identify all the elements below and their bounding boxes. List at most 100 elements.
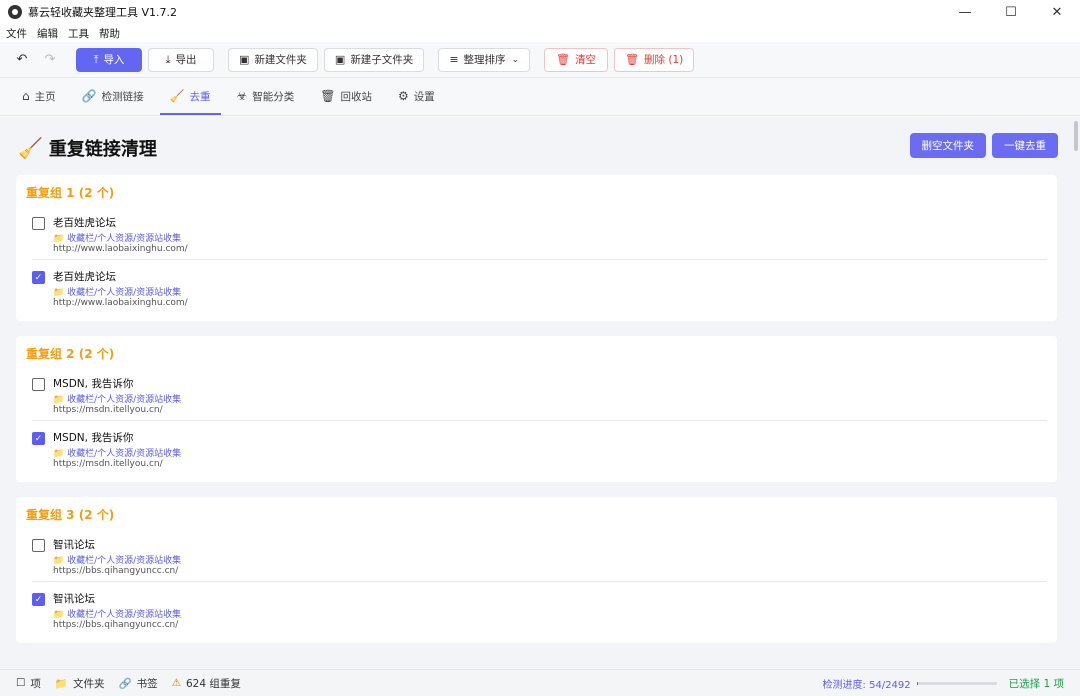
tab-check-links[interactable]: 🔗 检测链接 (72, 77, 154, 115)
broom-icon: 🧹 (169, 89, 185, 103)
home-icon: ⌂ (22, 89, 30, 103)
page-title: 重复链接清理 (48, 139, 157, 160)
dedupe-panel: 🧹 重复链接清理 删空文件夹 一键去重 重复组 1 (2 个) 老百姓虎论坛 📁… (0, 117, 1080, 669)
tab-settings[interactable]: ⚙ 设置 (388, 77, 445, 115)
export-button[interactable]: ⤓ 导出 (148, 47, 214, 72)
progress-label: 检测进度: 54/2492 (822, 680, 911, 691)
app-logo-icon (8, 5, 22, 19)
list-item: 智讯论坛 📁 收藏栏/个人资源/资源站收集 https://bbs.qihang… (16, 529, 1057, 582)
duplicate-group: 重复组 3 (2 个) 智讯论坛 📁 收藏栏/个人资源/资源站收集 https:… (16, 497, 1057, 643)
item-checkbox[interactable] (32, 217, 45, 230)
item-folder-path: 📁 收藏栏/个人资源/资源站收集 (53, 449, 182, 459)
item-checkbox[interactable]: ✓ (32, 271, 45, 284)
page-actions: 删空文件夹 一键去重 (904, 133, 1058, 158)
selected-count: 已选择 1 项 (1008, 678, 1064, 690)
divider (32, 420, 1047, 421)
group-title: 重复组 2 (2 个) (26, 347, 115, 361)
menu-file[interactable]: 文件 (6, 26, 27, 41)
item-checkbox[interactable]: ✓ (32, 432, 45, 445)
folder-plus-icon: ▣ (239, 53, 250, 66)
folder-icon: 📁 (53, 288, 65, 298)
item-url: https://bbs.qihangyuncc.cn/ (53, 620, 179, 630)
link-icon: 🔗 (118, 677, 132, 690)
trash-icon: 🗑 (556, 53, 571, 66)
trash-icon: 🗑 (320, 89, 336, 103)
item-checkbox[interactable] (32, 378, 45, 391)
trash-icon: 🗑 (625, 53, 640, 66)
folder-icon: 📁 (54, 677, 68, 690)
bookmark-outline-icon: ☐ (16, 677, 26, 689)
status-bookmarks: 🔗 书签 (118, 677, 158, 690)
item-checkbox[interactable] (32, 539, 45, 552)
list-item: 老百姓虎论坛 📁 收藏栏/个人资源/资源站收集 http://www.laoba… (16, 207, 1057, 260)
check-icon: ✓ (34, 594, 43, 605)
tab-bar: ⌂ 主页 🔗 检测链接 🧹 去重 ☣ 智能分类 🗑 回收站 ⚙ 设置 (0, 78, 1080, 116)
status-duplicates: ⚠ 624 组重复 (171, 677, 241, 690)
gear-icon: ⚙ (398, 89, 409, 103)
duplicate-group: 重复组 2 (2 个) MSDN, 我告诉你 📁 收藏栏/个人资源/资源站收集 … (16, 336, 1057, 482)
window-controls: — ☐ ✕ (942, 0, 1080, 24)
robot-icon: ☣ (236, 89, 248, 103)
subfolder-plus-icon: ▣ (334, 53, 346, 66)
redo-icon: ↷ (44, 52, 56, 67)
menu-edit[interactable]: 编辑 (37, 26, 58, 41)
new-subfolder-button[interactable]: ▣ 新建子文件夹 (323, 47, 425, 72)
scrollbar[interactable] (1074, 121, 1078, 151)
maximize-button[interactable]: ☐ (988, 0, 1034, 24)
folder-icon: 📁 (53, 234, 65, 244)
one-click-dedupe-button[interactable]: 一键去重 (992, 133, 1058, 158)
sort-dropdown[interactable]: ≡ 整理排序 ⌄ (438, 47, 531, 72)
group-title: 重复组 3 (2 个) (26, 508, 115, 522)
undo-icon: ↶ (16, 52, 28, 67)
menu-bar: 文件 编辑 工具 帮助 (0, 24, 1080, 42)
tab-recycle-bin[interactable]: 🗑 回收站 (310, 77, 382, 115)
clear-button[interactable]: 🗑 清空 (544, 47, 609, 72)
tab-dedupe[interactable]: 🧹 去重 (159, 77, 221, 115)
menu-tools[interactable]: 工具 (68, 26, 89, 41)
item-url: https://msdn.itellyou.cn/ (53, 405, 163, 415)
item-title: 智讯论坛 (53, 539, 95, 551)
item-url: https://bbs.qihangyuncc.cn/ (53, 566, 179, 576)
item-url: http://www.laobaixinghu.com/ (53, 298, 188, 308)
duplicate-group: 重复组 1 (2 个) 老百姓虎论坛 📁 收藏栏/个人资源/资源站收集 http… (16, 175, 1057, 321)
status-items: ☐ 项 (16, 677, 41, 690)
list-item: ✓ MSDN, 我告诉你 📁 收藏栏/个人资源/资源站收集 https://ms… (16, 422, 1057, 475)
divider (32, 259, 1047, 260)
status-right: 检测进度: 54/2492 已选择 1 项 (823, 670, 1080, 696)
new-folder-button[interactable]: ▣ 新建文件夹 (228, 47, 318, 72)
undo-button[interactable]: ↶ (10, 48, 34, 72)
link-icon: 🔗 (81, 89, 97, 103)
folder-icon: 📁 (53, 610, 65, 620)
warning-icon: ⚠ (171, 677, 181, 689)
folder-icon: 📁 (53, 449, 65, 459)
status-bar: ☐ 项 📁 文件夹 🔗 书签 ⚠ 624 组重复 检测进度: 54/2492 已选择 1… (0, 669, 1080, 696)
item-url: http://www.laobaixinghu.com/ (53, 244, 188, 254)
upload-icon: ⤒ (93, 52, 99, 66)
import-button[interactable]: ⤒ 导入 (76, 47, 142, 72)
item-title: 老百姓虎论坛 (53, 217, 116, 229)
progress-fill (916, 682, 919, 685)
close-button[interactable]: ✕ (1034, 0, 1080, 24)
divider (32, 581, 1047, 582)
item-folder-path: 📁 收藏栏/个人资源/资源站收集 (53, 288, 182, 298)
folder-icon: 📁 (53, 556, 65, 566)
tab-home[interactable]: ⌂ 主页 (12, 77, 66, 115)
item-title: 智讯论坛 (53, 593, 95, 605)
menu-help[interactable]: 帮助 (99, 26, 120, 41)
progress-bar (916, 682, 997, 685)
item-url: https://msdn.itellyou.cn/ (53, 459, 163, 469)
chevron-down-icon: ⌄ (511, 54, 520, 65)
item-folder-path: 📁 收藏栏/个人资源/资源站收集 (53, 556, 182, 566)
folder-icon: 📁 (53, 395, 65, 405)
delete-button[interactable]: 🗑 删除 (1) (614, 47, 695, 72)
item-folder-path: 📁 收藏栏/个人资源/资源站收集 (53, 234, 182, 244)
minimize-button[interactable]: — (942, 0, 988, 24)
page-header: 🧹 重复链接清理 (18, 135, 157, 161)
delete-empty-folders-button[interactable]: 删空文件夹 (909, 133, 986, 158)
item-title: 老百姓虎论坛 (53, 271, 116, 283)
title-bar: 慕云轻收藏夹整理工具 V1.7.2 — ☐ ✕ (0, 0, 1080, 24)
redo-button[interactable]: ↷ (38, 48, 62, 72)
item-checkbox[interactable]: ✓ (32, 593, 45, 606)
status-folders: 📁 文件夹 (54, 677, 105, 690)
tab-smart-classify[interactable]: ☣ 智能分类 (227, 77, 305, 115)
